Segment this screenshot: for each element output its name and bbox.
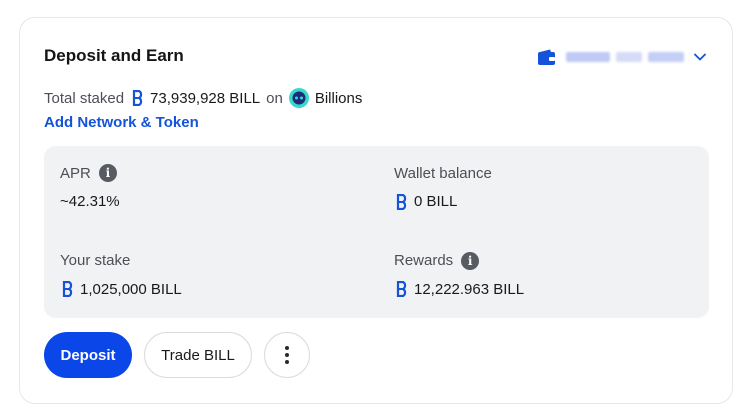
add-network-token-link[interactable]: Add Network & Token bbox=[44, 114, 199, 131]
total-staked-label: Total staked bbox=[44, 89, 125, 107]
rewards-value: 12,222.963 BILL bbox=[414, 280, 525, 298]
stat-wallet-balance: Wallet balance 0 BILL bbox=[378, 146, 709, 231]
wallet-address-redacted bbox=[566, 52, 684, 62]
more-options-icon bbox=[285, 346, 289, 364]
stat-rewards: Rewards i 12,222.963 BILL bbox=[378, 233, 709, 318]
total-staked-line: Total staked 73,939,928 BILL on Billions bbox=[44, 88, 362, 108]
bill-token-icon bbox=[62, 281, 73, 297]
wallet-balance-value: 0 BILL bbox=[414, 193, 458, 210]
action-buttons: Deposit Trade BILL bbox=[44, 332, 310, 378]
wallet-icon bbox=[538, 49, 555, 65]
your-stake-value: 1,025,000 BILL bbox=[80, 280, 182, 298]
your-stake-label: Your stake bbox=[60, 252, 131, 269]
total-staked-amount: 73,939,928 BILL bbox=[150, 89, 261, 107]
rewards-label: Rewards bbox=[394, 252, 454, 269]
wallet-balance-label: Wallet balance bbox=[394, 164, 492, 182]
wallet-selector[interactable] bbox=[538, 46, 706, 68]
bill-token-icon bbox=[396, 193, 407, 210]
trade-bill-button[interactable]: Trade BILL bbox=[144, 332, 252, 378]
network-name: Billions bbox=[314, 89, 363, 107]
card-title: Deposit and Earn bbox=[44, 46, 184, 65]
more-options-button[interactable] bbox=[264, 332, 310, 378]
stat-your-stake: Your stake 1,025,000 BILL bbox=[44, 233, 375, 318]
bill-token-icon bbox=[132, 90, 143, 106]
deposit-earn-card: Deposit and Earn Total staked 73,939,928… bbox=[19, 17, 733, 404]
info-icon[interactable]: i bbox=[461, 251, 480, 270]
bill-token-icon bbox=[396, 281, 407, 297]
stats-panel: APR i ~42.31% Wallet balance 0 BILL Your… bbox=[44, 146, 709, 318]
total-staked-connector: on bbox=[266, 89, 283, 107]
apr-value: ~42.31% bbox=[60, 193, 120, 210]
stat-apr: APR i ~42.31% bbox=[44, 146, 375, 231]
info-icon[interactable]: i bbox=[98, 164, 117, 182]
billions-network-icon bbox=[288, 88, 309, 108]
deposit-button[interactable]: Deposit bbox=[44, 332, 132, 378]
apr-label: APR bbox=[60, 164, 91, 182]
chevron-down-icon bbox=[694, 53, 706, 61]
